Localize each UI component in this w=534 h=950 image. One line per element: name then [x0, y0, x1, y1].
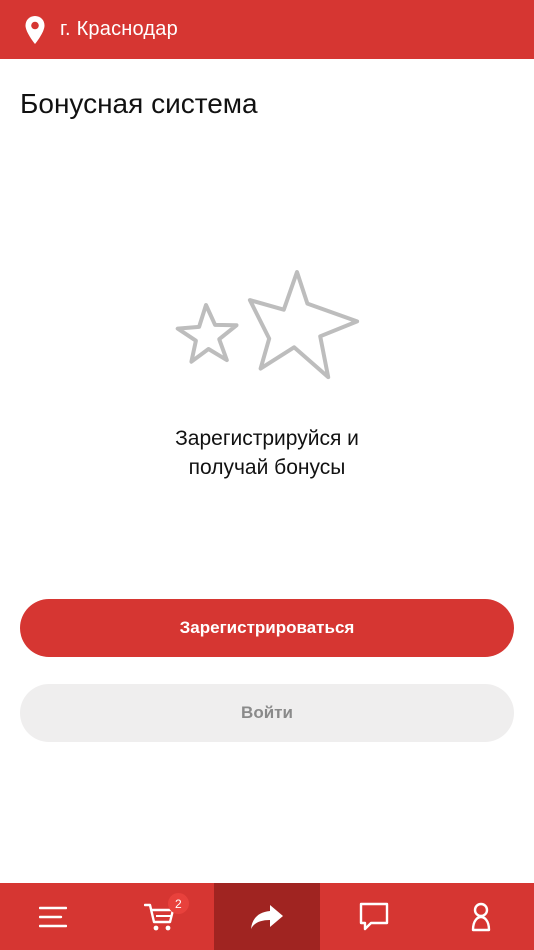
promo-line-2: получай бонусы	[188, 456, 346, 479]
tab-chat[interactable]	[320, 883, 427, 950]
login-button[interactable]: Войти	[20, 684, 514, 742]
tab-cart[interactable]: 2	[107, 883, 214, 950]
location-pin-icon[interactable]	[24, 15, 46, 45]
page-title: Бонусная система	[20, 88, 258, 119]
tab-profile[interactable]	[427, 883, 534, 950]
tab-share[interactable]	[213, 883, 321, 950]
stars-icon	[175, 270, 360, 380]
promo-text: Зарегистрируйся и получай бонусы	[0, 424, 534, 482]
city-selector[interactable]: г. Краснодар	[60, 18, 178, 41]
tab-menu[interactable]	[0, 883, 107, 950]
bottom-tab-bar: 2	[0, 883, 534, 950]
cart-badge: 2	[167, 893, 189, 914]
share-icon	[250, 904, 283, 929]
promo-line-1: Зарегистрируйся и	[175, 427, 359, 450]
menu-icon	[39, 906, 68, 927]
register-button[interactable]: Зарегистрироваться	[20, 599, 514, 657]
chat-icon	[359, 902, 388, 930]
profile-icon	[471, 902, 490, 931]
top-bar: г. Краснодар	[0, 0, 534, 59]
